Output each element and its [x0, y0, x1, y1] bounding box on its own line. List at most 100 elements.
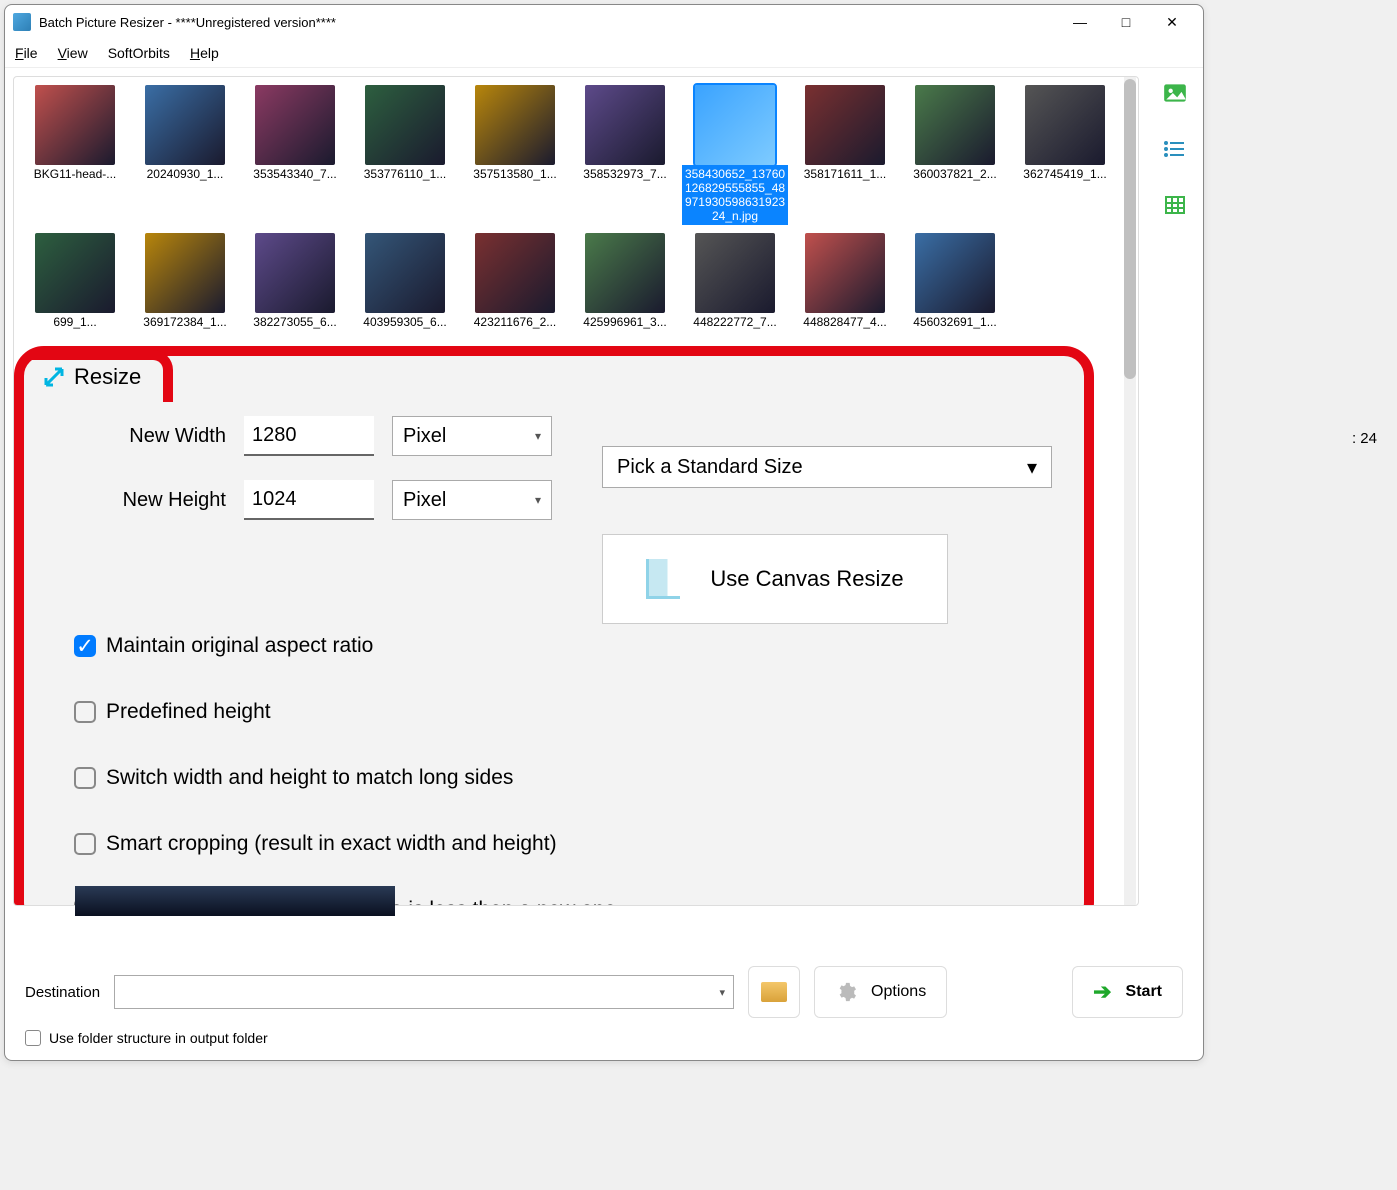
- height-unit-select[interactable]: Pixel ▾: [392, 480, 552, 520]
- aspect-ratio-label: Maintain original aspect ratio: [106, 634, 373, 658]
- maximize-button[interactable]: □: [1103, 5, 1149, 39]
- thumbnail-item[interactable]: 358532973_7...: [572, 85, 678, 225]
- app-icon: [13, 13, 31, 31]
- thumbnail-label: 448828477_4...: [792, 315, 898, 329]
- thumbnail-image: [585, 233, 665, 313]
- standard-size-select[interactable]: Pick a Standard Size ▾: [602, 446, 1052, 488]
- smart-crop-label: Smart cropping (result in exact width an…: [106, 832, 557, 856]
- thumbnail-label: 369172384_1...: [132, 315, 238, 329]
- thumbnail-image: [255, 85, 335, 165]
- thumbnail-label: 20240930_1...: [132, 167, 238, 181]
- thumbnail-area: BKG11-head-... 20240930_1... 353543340_7..…: [13, 76, 1139, 906]
- height-input[interactable]: [244, 480, 374, 520]
- thumbnail-item[interactable]: 403959305_6...: [352, 233, 458, 329]
- thumbnail-item[interactable]: 699_1...: [22, 233, 128, 329]
- window-title: Batch Picture Resizer - ****Unregistered…: [39, 15, 336, 30]
- list-view-icon[interactable]: [1162, 136, 1188, 162]
- thumbnail-item[interactable]: 357513580_1...: [462, 85, 568, 225]
- thumbnail-label: 353543340_7...: [242, 167, 348, 181]
- thumbnail-image: [585, 85, 665, 165]
- height-label: New Height: [74, 489, 244, 512]
- switch-sides-checkbox[interactable]: [74, 767, 96, 789]
- use-folder-structure-checkbox[interactable]: [25, 1030, 41, 1046]
- thumbnail-item[interactable]: 448828477_4...: [792, 233, 898, 329]
- thumbnail-image: [915, 233, 995, 313]
- menu-view[interactable]: View: [58, 45, 88, 61]
- width-input[interactable]: [244, 416, 374, 456]
- chevron-down-icon: ▾: [1027, 455, 1037, 480]
- thumbnail-item[interactable]: 353776110_1...: [352, 85, 458, 225]
- thumbnail-label: 456032691_1...: [902, 315, 1008, 329]
- thumbnail-item[interactable]: 456032691_1...: [902, 233, 1008, 329]
- thumbnail-item[interactable]: 360037821_2...: [902, 85, 1008, 225]
- chevron-down-icon: ▾: [720, 986, 726, 999]
- destination-select[interactable]: ▾: [114, 975, 734, 1009]
- thumbnail-label: 357513580_1...: [462, 167, 568, 181]
- thumbnail-label: 358532973_7...: [572, 167, 678, 181]
- predefined-height-label: Predefined height: [106, 700, 271, 724]
- resize-tab-label: Resize: [74, 364, 141, 390]
- thumbnail-item[interactable]: 448222772_7...: [682, 233, 788, 329]
- resize-tab[interactable]: Resize: [32, 350, 173, 402]
- thumbnail-image: [35, 85, 115, 165]
- thumbnail-image: [695, 85, 775, 165]
- thumbnail-item[interactable]: 425996961_3...: [572, 233, 678, 329]
- thumbnail-label: 382273055_6...: [242, 315, 348, 329]
- thumbnail-image: [145, 233, 225, 313]
- use-folder-structure-label: Use folder structure in output folder: [49, 1030, 268, 1046]
- canvas-resize-button[interactable]: Use Canvas Resize: [602, 534, 948, 624]
- image-view-icon[interactable]: [1162, 80, 1188, 106]
- options-button[interactable]: Options: [814, 966, 947, 1018]
- thumbnail-image: [475, 233, 555, 313]
- main-window: Batch Picture Resizer - ****Unregistered…: [4, 4, 1204, 1061]
- close-button[interactable]: ✕: [1149, 5, 1195, 39]
- thumbnail-label: 353776110_1...: [352, 167, 458, 181]
- browse-folder-button[interactable]: [748, 966, 800, 1018]
- menu-file[interactable]: File: [15, 45, 38, 61]
- thumbnail-image: [35, 233, 115, 313]
- aspect-ratio-checkbox[interactable]: ✓: [74, 635, 96, 657]
- destination-label: Destination: [25, 984, 100, 1001]
- canvas-icon: [646, 559, 680, 599]
- thumbnail-label: 360037821_2...: [902, 167, 1008, 181]
- thumbnail-item[interactable]: 20240930_1...: [132, 85, 238, 225]
- thumbnail-image: [475, 85, 555, 165]
- chevron-down-icon: ▾: [535, 429, 541, 443]
- resize-icon: [42, 365, 66, 389]
- thumbnail-image: [695, 233, 775, 313]
- partial-thumbnail: [75, 886, 395, 916]
- thumbnail-item[interactable]: 358430652_13760126829555855_489719305986…: [682, 85, 788, 225]
- thumbnail-item[interactable]: 362745419_1...: [1012, 85, 1118, 225]
- menubar: File View SoftOrbits Help: [5, 39, 1203, 68]
- thumbnail-image: [365, 233, 445, 313]
- start-button[interactable]: ➔ Start: [1072, 966, 1183, 1018]
- width-unit-select[interactable]: Pixel ▾: [392, 416, 552, 456]
- predefined-height-checkbox[interactable]: [74, 701, 96, 723]
- thumbnail-image: [915, 85, 995, 165]
- smart-crop-checkbox[interactable]: [74, 833, 96, 855]
- thumbnail-label: 423211676_2...: [462, 315, 568, 329]
- minimize-button[interactable]: —: [1057, 5, 1103, 39]
- footer-bar: Destination ▾ Options ➔ Start: [5, 954, 1203, 1030]
- thumbnail-label: 403959305_6...: [352, 315, 458, 329]
- thumbnail-item[interactable]: 423211676_2...: [462, 233, 568, 329]
- titlebar: Batch Picture Resizer - ****Unregistered…: [5, 5, 1203, 39]
- thumbnail-label: 358430652_13760126829555855_489719305986…: [682, 165, 788, 225]
- thumbnail-item[interactable]: BKG11-head-...: [22, 85, 128, 225]
- table-view-icon[interactable]: [1162, 192, 1188, 218]
- thumbnail-item[interactable]: 382273055_6...: [242, 233, 348, 329]
- thumbnail-item[interactable]: 369172384_1...: [132, 233, 238, 329]
- thumbnail-scrollbar[interactable]: [1124, 77, 1136, 905]
- thumbnail-item[interactable]: 358171611_1...: [792, 85, 898, 225]
- play-icon: ➔: [1093, 979, 1111, 1005]
- thumbnail-item[interactable]: 353543340_7...: [242, 85, 348, 225]
- menu-softorbits[interactable]: SoftOrbits: [108, 45, 170, 61]
- menu-help[interactable]: Help: [190, 45, 219, 61]
- thumbnail-label: 425996961_3...: [572, 315, 678, 329]
- gear-icon: [835, 981, 857, 1003]
- side-toolbar: [1147, 68, 1203, 914]
- thumbnail-label: 448222772_7...: [682, 315, 788, 329]
- switch-sides-label: Switch width and height to match long si…: [106, 766, 513, 790]
- folder-icon: [761, 982, 787, 1002]
- resize-panel: Resize New Width Pixel ▾: [14, 346, 1094, 906]
